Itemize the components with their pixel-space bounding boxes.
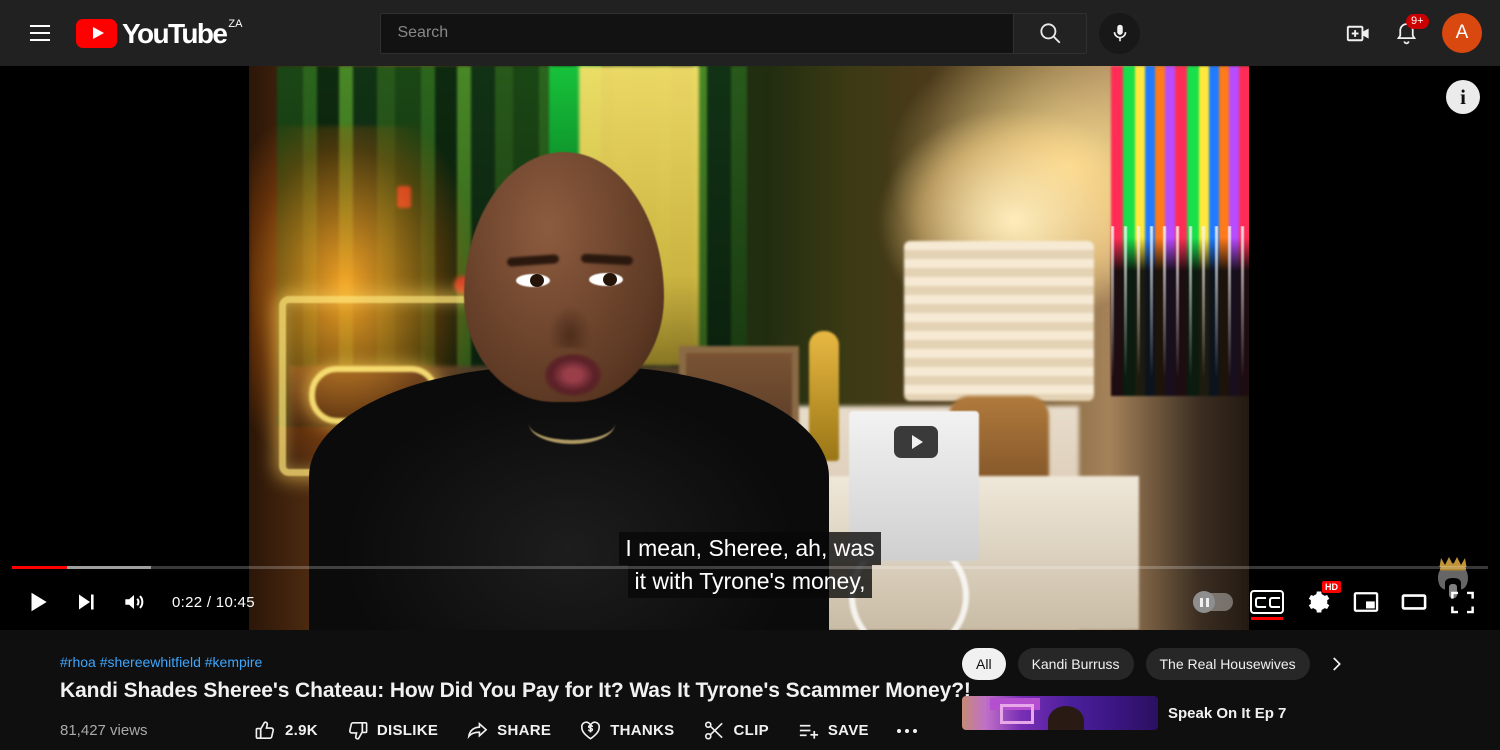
menu-line [30, 25, 50, 27]
scissors-icon [704, 721, 723, 740]
thanks-button[interactable]: THANKS [565, 719, 688, 742]
masthead-right-controls: 9+ A [1338, 13, 1500, 53]
share-label: SHARE [497, 722, 552, 739]
clip-label: CLIP [733, 722, 769, 739]
miniplayer-icon[interactable] [1342, 578, 1390, 626]
search-area: Search [380, 12, 1141, 54]
avatar[interactable]: A [1442, 13, 1482, 53]
share-button[interactable]: SHARE [452, 719, 565, 742]
like-count: 2.9K [285, 722, 318, 739]
info-icon[interactable]: i [1446, 80, 1480, 114]
youtube-country-code: ZA [228, 17, 243, 30]
masthead: YouTube ZA Search 9+ A [0, 0, 1500, 66]
search-input[interactable]: Search [380, 12, 1014, 54]
chevron-right-icon[interactable] [1322, 650, 1350, 678]
autoplay-toggle[interactable] [1186, 578, 1240, 626]
chip-the-real-housewives[interactable]: The Real Housewives [1145, 648, 1310, 680]
video-meta-row: 81,427 views 2.9K DISLIKE SHARE THANKS C… [60, 719, 940, 742]
fullscreen-icon[interactable] [1438, 578, 1486, 626]
autoplay-knob [1193, 591, 1215, 613]
quality-badge: HD [1322, 581, 1341, 593]
save-list-icon [799, 724, 818, 739]
autoplay-track [1193, 591, 1233, 613]
video-info: #rhoa #shereewhitfield #kempire Kandi Sh… [60, 630, 971, 742]
microphone-icon[interactable] [1099, 12, 1141, 54]
below-player: #rhoa #shereewhitfield #kempire Kandi Sh… [0, 630, 1500, 750]
video-player[interactable]: i I mean, Sheree, ah, was it with Tyrone… [0, 66, 1500, 630]
thumbnail-detail [1000, 704, 1034, 724]
search-icon[interactable] [1013, 12, 1088, 54]
subject-detail [603, 273, 617, 286]
like-button[interactable]: 2.9K [240, 719, 332, 742]
create-video-icon[interactable] [1338, 13, 1378, 53]
heart-dollar-icon [581, 721, 601, 740]
subject-necklace [529, 404, 615, 444]
lamp-shade [904, 241, 1094, 401]
list-item[interactable]: Speak On It Ep 7 [962, 696, 1500, 730]
recommendation-thumbnail[interactable] [962, 696, 1158, 730]
more-horizontal-icon[interactable] [883, 728, 931, 733]
bell-icon[interactable]: 9+ [1386, 13, 1429, 53]
progress-bar[interactable] [12, 566, 1488, 569]
drip-artwork-detail [1111, 226, 1249, 406]
save-button[interactable]: SAVE [783, 719, 883, 742]
controls-right: HD [1186, 578, 1500, 626]
cc-active-underline [1251, 617, 1283, 620]
youtube-logo[interactable]: YouTube ZA [76, 17, 243, 49]
time-display: 0:22 / 10:45 [172, 593, 255, 611]
dislike-button[interactable]: DISLIKE [332, 719, 452, 742]
dislike-label: DISLIKE [376, 722, 439, 739]
menu-line [30, 39, 50, 41]
filter-chips: All Kandi Burruss The Real Housewives [962, 630, 1500, 680]
page-title: Kandi Shades Sheree's Chateau: How Did Y… [60, 679, 971, 702]
thanks-label: THANKS [610, 722, 675, 739]
chip-kandi-burruss[interactable]: Kandi Burruss [1017, 648, 1134, 680]
view-count: 81,427 views [60, 722, 148, 739]
thumbnail-detail [1048, 706, 1084, 730]
play-icon[interactable] [14, 578, 62, 626]
theater-mode-icon[interactable] [1390, 578, 1438, 626]
search-placeholder: Search [397, 24, 449, 41]
thumbs-down-icon [348, 722, 368, 740]
chip-all[interactable]: All [962, 648, 1006, 680]
gear-icon[interactable]: HD [1294, 578, 1342, 626]
thumbs-up-icon [255, 721, 274, 739]
share-arrow-icon [467, 721, 488, 740]
recommendation-title: Speak On It Ep 7 [1168, 704, 1287, 722]
subject-detail [549, 306, 591, 348]
closed-captions-icon[interactable] [1240, 578, 1294, 626]
progress-played [12, 566, 67, 569]
subject-detail [545, 354, 601, 396]
youtube-play-icon [76, 18, 117, 48]
controls-row: 0:22 / 10:45 HD [0, 578, 1500, 626]
sidebar: All Kandi Burruss The Real Housewives Sp… [962, 630, 1500, 730]
next-video-icon[interactable] [62, 578, 110, 626]
youtube-wordmark: YouTube [122, 17, 228, 49]
video-actions: 2.9K DISLIKE SHARE THANKS CLIP SAVE [240, 719, 931, 742]
subject-detail [530, 274, 544, 287]
menu-line [30, 32, 50, 34]
notification-count-badge: 9+ [1406, 14, 1429, 29]
hashtags[interactable]: #rhoa #shereewhitfield #kempire [60, 630, 940, 670]
clip-button[interactable]: CLIP [689, 719, 783, 742]
player-controls: 0:22 / 10:45 HD [0, 560, 1500, 630]
hamburger-menu-icon[interactable] [20, 13, 60, 53]
volume-icon[interactable] [110, 578, 158, 626]
cc-glyph [1250, 590, 1284, 614]
save-label: SAVE [827, 722, 869, 739]
plaque-play-icon [894, 426, 938, 458]
